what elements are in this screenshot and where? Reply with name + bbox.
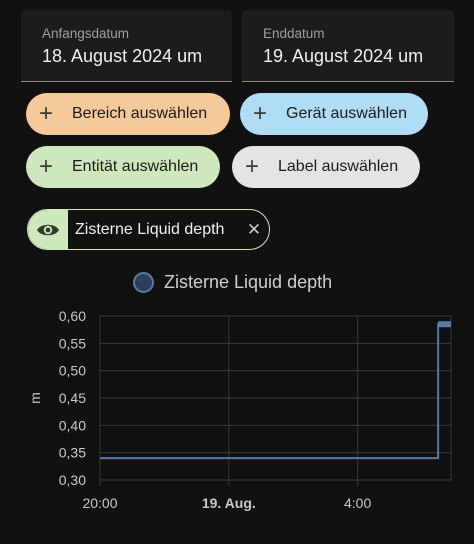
x-axis-ticks: 20:00 19. Aug. 4:00 <box>82 495 371 511</box>
y-tick-label: 0,50 <box>59 363 86 379</box>
plus-icon: + <box>244 153 259 180</box>
y-tick-label: 0,45 <box>59 390 86 406</box>
legend-swatch <box>133 272 154 293</box>
select-device-label: Gerät auswählen <box>286 105 407 122</box>
start-date-label: Anfangsdatum <box>42 26 130 41</box>
eye-icon <box>28 210 68 249</box>
select-device-button[interactable]: + Gerät auswählen <box>240 93 428 135</box>
start-date-field[interactable]: Anfangsdatum 18. August 2024 um <box>21 10 232 82</box>
y-tick-label: 0,30 <box>59 472 86 488</box>
y-tick-label: 0,60 <box>59 308 86 324</box>
chart-grid <box>99 315 452 486</box>
chart-series <box>100 321 451 460</box>
x-tick-label: 19. Aug. <box>202 495 256 511</box>
select-label-button[interactable]: + Label auswählen <box>232 146 420 188</box>
end-date-label: Enddatum <box>263 26 325 41</box>
selected-entity-chip[interactable]: Zisterne Liquid depth ✕ <box>27 209 270 250</box>
select-label-label: Label auswählen <box>278 158 399 175</box>
select-entity-label: Entität auswählen <box>72 158 199 175</box>
chart-legend[interactable]: Zisterne Liquid depth <box>133 272 332 293</box>
end-date-value: 19. August 2024 um <box>263 46 424 66</box>
select-area-button[interactable]: + Bereich auswählen <box>26 93 230 135</box>
end-date-field[interactable]: Enddatum 19. August 2024 um <box>242 10 454 82</box>
y-axis-ticks: 0,60 0,55 0,50 0,45 0,40 0,35 0,30 <box>59 308 86 488</box>
x-tick-label: 20:00 <box>82 495 117 511</box>
y-axis-label: m <box>27 392 43 404</box>
select-entity-button[interactable]: + Entität auswählen <box>26 146 220 188</box>
series-end-marker <box>438 321 451 328</box>
plus-icon: + <box>38 153 53 180</box>
y-tick-label: 0,35 <box>59 445 86 461</box>
plus-icon: + <box>38 100 53 127</box>
series-line <box>100 323 451 460</box>
plus-icon: + <box>252 100 267 127</box>
select-area-label: Bereich auswählen <box>72 105 208 122</box>
legend-label: Zisterne Liquid depth <box>164 272 333 292</box>
x-tick-label: 4:00 <box>344 495 371 511</box>
y-tick-label: 0,40 <box>59 417 86 433</box>
history-chart: 0,60 0,55 0,50 0,45 0,40 0,35 0,30 20:00 19. Au… <box>27 308 452 511</box>
start-date-value: 18. August 2024 um <box>42 46 203 66</box>
close-icon[interactable]: ✕ <box>239 220 269 240</box>
y-tick-label: 0,55 <box>59 335 86 351</box>
selected-entity-name: Zisterne Liquid depth <box>75 220 225 238</box>
